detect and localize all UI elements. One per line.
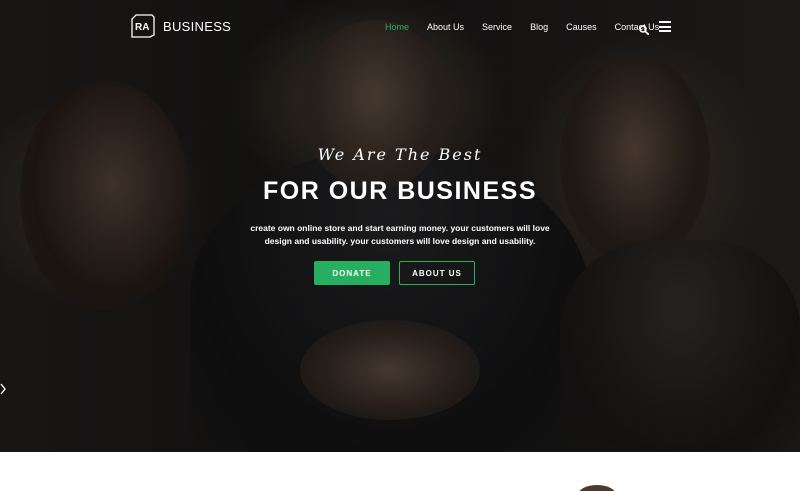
section-image-peek bbox=[578, 485, 616, 491]
hero-title: FOR OUR BUSINESS bbox=[262, 177, 538, 205]
search-icon[interactable] bbox=[639, 22, 650, 36]
header: RA BUSINESS Home About Us Service Blog C… bbox=[0, 0, 800, 56]
next-section bbox=[0, 452, 800, 491]
logo-mark-icon: RA bbox=[130, 13, 156, 39]
hero-description: create own online store and start earnin… bbox=[250, 223, 550, 246]
nav-item-about-us[interactable]: About Us bbox=[427, 22, 464, 32]
nav-item-contact-us[interactable]: Contact Us bbox=[615, 22, 660, 32]
about-us-button[interactable]: ABOUT US bbox=[399, 261, 475, 285]
donate-button[interactable]: DONATE bbox=[314, 261, 390, 285]
hamburger-menu-icon[interactable] bbox=[659, 21, 671, 32]
hero-subtitle: We Are The Best bbox=[317, 145, 483, 164]
main-nav: Home About Us Service Blog Causes Contac… bbox=[385, 22, 677, 32]
nav-item-blog[interactable]: Blog bbox=[530, 22, 548, 32]
nav-item-home[interactable]: Home bbox=[385, 22, 409, 32]
logo-text: BUSINESS bbox=[163, 18, 232, 34]
hero-section: RA BUSINESS Home About Us Service Blog C… bbox=[0, 0, 800, 452]
nav-item-service[interactable]: Service bbox=[482, 22, 512, 32]
chevron-left-icon[interactable] bbox=[0, 382, 8, 395]
logo[interactable]: RA BUSINESS bbox=[130, 13, 231, 39]
svg-text:RA: RA bbox=[135, 22, 149, 33]
nav-item-causes[interactable]: Causes bbox=[566, 22, 597, 32]
